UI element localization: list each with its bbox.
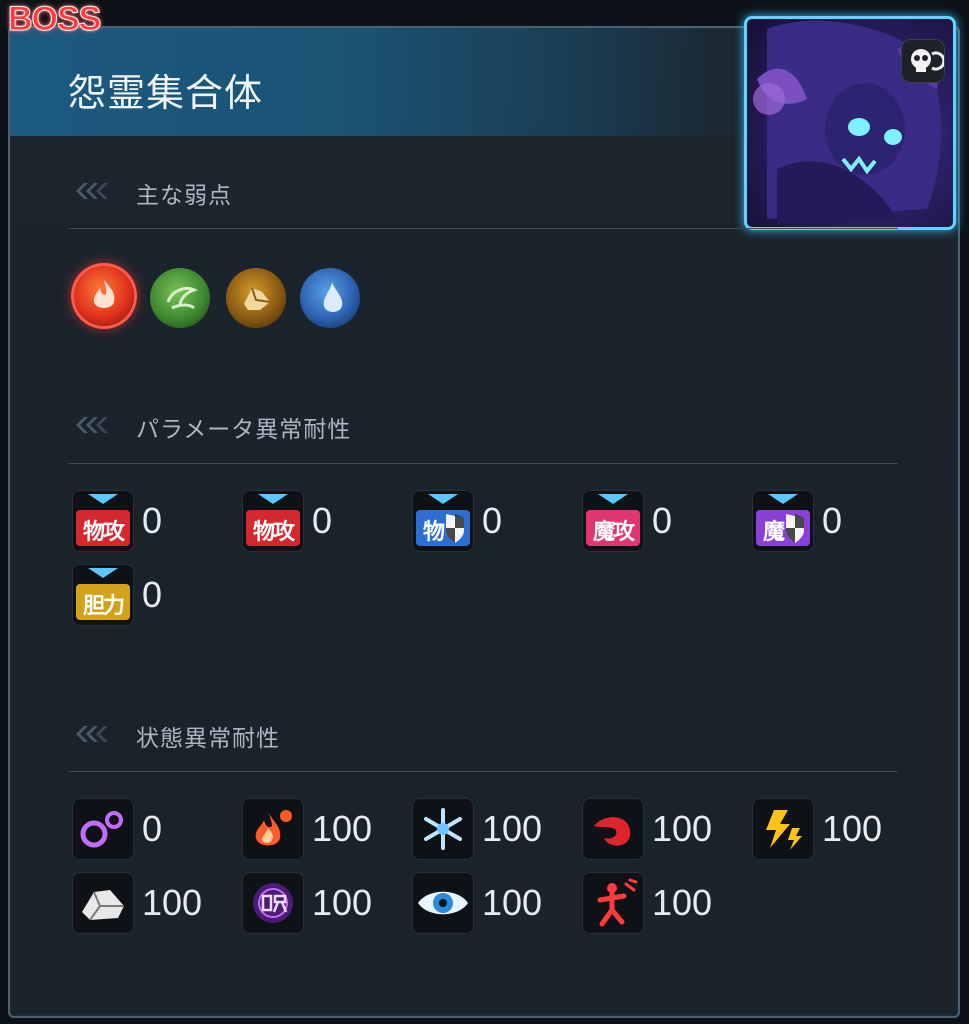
shock-icon: [752, 798, 814, 860]
curse-icon: [242, 872, 304, 934]
mag-defense-down-icon: 魔: [752, 490, 814, 552]
resist-value: 100: [822, 808, 883, 849]
phys-attack-down-icon: 物攻: [242, 490, 304, 552]
divider: [68, 771, 898, 772]
weakness-section-title: 主な弱点: [136, 183, 232, 209]
resist-value: 100: [482, 808, 543, 849]
wind-element-icon: [150, 268, 210, 328]
resist-value: 100: [142, 882, 203, 923]
resist-value: 0: [142, 500, 163, 541]
undead-type-icon: [901, 39, 945, 83]
burn-icon: [242, 798, 304, 860]
resist-value: 100: [312, 882, 373, 923]
resist-value: 100: [312, 808, 373, 849]
resist-value: 100: [652, 882, 713, 923]
bleed-icon: [582, 798, 644, 860]
param-section-title: パラメータ異常耐性: [136, 417, 352, 443]
chevron-icon: [76, 183, 108, 199]
chevron-icon: [76, 417, 108, 433]
freeze-icon: [412, 798, 474, 860]
resist-value: 0: [142, 808, 163, 849]
boss-name: 怨霊集合体: [68, 71, 264, 115]
resist-value: 0: [652, 500, 673, 541]
resist-value: 0: [142, 574, 163, 615]
slow-icon: [72, 798, 134, 860]
phys-defense-down-icon: 物: [412, 490, 474, 552]
divider: [68, 228, 898, 229]
blind-icon: [412, 872, 474, 934]
courage-down-icon: 胆力: [72, 564, 134, 626]
petrify-icon: [72, 872, 134, 934]
chevron-icon: [76, 726, 108, 742]
divider: [68, 463, 898, 464]
boss-tag: BOSS: [7, 0, 101, 39]
fire-element-icon: [74, 266, 134, 326]
resist-value: 0: [822, 500, 843, 541]
stun-icon: [582, 872, 644, 934]
resist-value: 100: [652, 808, 713, 849]
boss-portrait: [744, 16, 956, 230]
resist-value: 0: [482, 500, 503, 541]
status-section-title: 状態異常耐性: [136, 726, 280, 752]
mag-attack-down-icon: 魔攻: [582, 490, 644, 552]
resist-value: 100: [482, 882, 543, 923]
water-element-icon: [300, 268, 360, 328]
resist-value: 0: [312, 500, 333, 541]
earth-element-icon: [226, 268, 286, 328]
phys-attack-down-icon: 物攻: [72, 490, 134, 552]
